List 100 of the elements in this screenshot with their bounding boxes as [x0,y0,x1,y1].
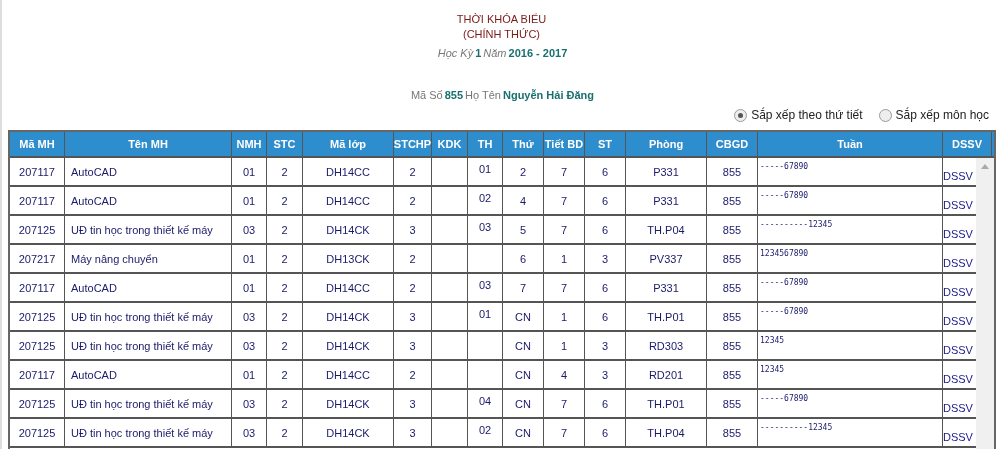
id-value: 855 [444,89,464,101]
table-cell: 6 [585,419,626,446]
table-cell: 2 [394,187,432,214]
table-cell: 01 [232,245,267,272]
dssv-link[interactable]: DSSV [943,373,973,385]
page-subtitle: (CHÍNH THỨC) [463,27,540,41]
table-cell: 3 [394,419,432,446]
table-cell: 1 [544,245,585,272]
id-label: Mã Số [410,89,443,101]
column-header: TH [468,132,503,156]
table-cell: 855 [707,303,758,330]
table-cell: 855 [707,361,758,388]
dssv-link[interactable]: DSSV [943,170,973,182]
table-cell: DH14CK [303,332,394,359]
table-cell: 855 [707,158,758,185]
table-cell: 2 [267,303,303,330]
dssv-link[interactable]: DSSV [943,199,973,211]
column-header: STCHP [394,132,432,156]
table-cell: 2 [267,274,303,301]
table-cell: UĐ tin học trong thiết kế máy [65,216,232,243]
table-cell: 2 [394,245,432,272]
column-header: NMH [232,132,267,156]
table-cell: -----67890 [758,187,943,214]
column-header: STC [267,132,303,156]
table-cell: 7 [544,419,585,446]
column-header: ST [585,132,626,156]
table-cell: 6 [503,245,544,272]
dssv-link[interactable]: DSSV [943,402,973,414]
table-cell: 207125 [10,332,65,359]
table-cell: TH.P01 [626,390,707,417]
table-cell: 2 [503,158,544,185]
table-cell: PV337 [626,245,707,272]
table-cell: 6 [585,303,626,330]
table-cell: 5 [503,216,544,243]
table-cell: 3 [394,390,432,417]
table-cell: 2 [267,361,303,388]
table-cell: 6 [585,158,626,185]
table-cell: 3 [585,332,626,359]
table-cell: 6 [585,390,626,417]
column-header: Thứ [503,132,544,156]
table-cell: 207117 [10,158,65,185]
table-cell: 207125 [10,390,65,417]
table-cell: 855 [707,390,758,417]
table-cell: RD303 [626,332,707,359]
table-cell: DH14CK [303,419,394,446]
table-cell: CN [503,419,544,446]
dssv-link[interactable]: DSSV [943,286,973,298]
sort-option[interactable]: Sắp xếp theo thứ tiết [734,108,863,122]
table-cell: 03 [468,216,503,243]
table-cell: 207217 [10,245,65,272]
table-cell: AutoCAD [65,361,232,388]
table-cell: 7 [544,158,585,185]
table-cell: 01 [232,158,267,185]
table-cell: ----------12345 [758,216,943,243]
dssv-link[interactable]: DSSV [943,344,973,356]
table-cell: 3 [394,332,432,359]
table-cell: ----------12345 [758,419,943,446]
table-cell: CN [503,390,544,417]
table-cell: DH14CC [303,274,394,301]
table-cell: DH13CK [303,245,394,272]
table-cell: 03 [232,419,267,446]
table-cell: 855 [707,216,758,243]
column-header: KDK [432,132,468,156]
table-cell: AutoCAD [65,158,232,185]
table-cell: 3 [394,216,432,243]
table-cell: UĐ tin học trong thiết kế máy [65,303,232,330]
table-cell: 04 [468,390,503,417]
dssv-link[interactable]: DSSV [943,257,973,269]
table-cell: 855 [707,419,758,446]
dssv-link[interactable]: DSSV [943,315,973,327]
table-cell: P331 [626,187,707,214]
table-cell: 7 [544,187,585,214]
dssv-link[interactable]: DSSV [943,431,973,443]
table-cell: CN [503,303,544,330]
table-cell: 03 [232,303,267,330]
table-cell: -----67890 [758,274,943,301]
table-cell: 4 [503,187,544,214]
table-cell: 2 [267,187,303,214]
table-cell: TH.P04 [626,216,707,243]
table-cell: UĐ tin học trong thiết kế máy [65,390,232,417]
table-cell: 03 [232,390,267,417]
year-label: Năm [483,47,507,59]
table-cell: 6 [585,274,626,301]
table-cell: 1234567890 [758,245,943,272]
table-cell: 6 [585,216,626,243]
table-cell: -----67890 [758,390,943,417]
year-value: 2016 - 2017 [508,47,568,59]
table-cell: AutoCAD [65,187,232,214]
table-cell: 01 [232,187,267,214]
table-cell: P331 [626,274,707,301]
page-title: THỜI KHÓA BIỂU [456,12,547,26]
dssv-link[interactable]: DSSV [943,228,973,240]
column-header: Mã lớp [303,132,394,156]
table-cell: 207125 [10,419,65,446]
sort-option[interactable]: Sắp xếp môn học [878,108,989,122]
table-cell: 12345 [758,361,943,388]
column-header: DSSV [943,132,992,156]
table-cell: 02 [468,419,503,446]
table-cell: 2 [267,216,303,243]
table-cell: DH14CK [303,303,394,330]
